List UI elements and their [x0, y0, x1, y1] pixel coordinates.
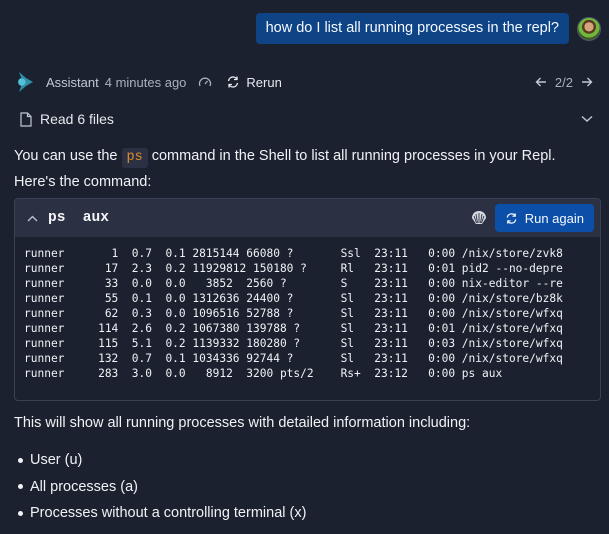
- bullet-icon: [18, 457, 23, 463]
- assistant-name: Assistant: [46, 74, 99, 90]
- output-line: runner 283 3.0 0.0 8912 3200 pts/2 Rs+ 2…: [24, 367, 503, 380]
- read-files-toggle[interactable]: Read 6 files: [20, 108, 593, 130]
- user-message-bubble: how do I list all running processes in t…: [255, 13, 569, 44]
- output-line: runner 62 0.3 0.0 1096516 52788 ? Sl 23:…: [24, 307, 563, 320]
- user-avatar[interactable]: [577, 16, 601, 41]
- timestamp: 4 minutes ago: [104, 74, 187, 90]
- list-item-text: All processes (a): [30, 478, 138, 495]
- pager-count: 2/2: [554, 74, 573, 90]
- shell-code-block: ps aux Run again runner 1 0.7 0.1 281514…: [14, 198, 601, 401]
- output-line: runner 55 0.1 0.0 1312636 24400 ? Sl 23:…: [24, 292, 563, 305]
- output-line: runner 1 0.7 0.1 2815144 66080 ? Ssl 23:…: [24, 247, 563, 260]
- summary-paragraph: This will show all running processes wit…: [14, 415, 471, 431]
- output-line: runner 115 5.1 0.2 1139332 180280 ? Sl 2…: [24, 337, 563, 350]
- shell-command: ps aux: [48, 210, 109, 226]
- code-block-header: ps aux Run again: [15, 199, 600, 237]
- inline-code: ps: [121, 148, 148, 168]
- list-item: User (u): [18, 447, 306, 474]
- chevron-down-icon[interactable]: [581, 110, 593, 128]
- rerun-label: Rerun: [246, 74, 282, 90]
- assistant-header: Assistant 4 minutes ago Rerun 2/2: [16, 70, 593, 94]
- output-line: runner 114 2.6 0.2 1067380 139788 ? Sl 2…: [24, 322, 563, 335]
- shell-output: runner 1 0.7 0.1 2815144 66080 ? Ssl 23:…: [15, 237, 600, 381]
- arrow-left-icon[interactable]: [535, 76, 547, 88]
- intro-text: You can use the: [14, 148, 122, 164]
- list-item: All processes (a): [18, 474, 306, 501]
- output-line: runner 17 2.3 0.2 11929812 150180 ? Rl 2…: [24, 262, 563, 275]
- user-message-row: how do I list all running processes in t…: [255, 13, 601, 44]
- arrow-right-icon[interactable]: [581, 76, 593, 88]
- assistant-logo-icon: [18, 72, 33, 92]
- list-item-text: User (u): [30, 452, 83, 469]
- read-files-label: Read 6 files: [40, 111, 114, 127]
- rerun-button[interactable]: Rerun: [226, 74, 282, 90]
- output-line: runner 33 0.0 0.0 3852 2560 ? S 23:11 0:…: [24, 277, 563, 290]
- list-item-text: Processes without a controlling terminal…: [30, 505, 307, 522]
- bullet-icon: [18, 484, 23, 490]
- file-icon: [20, 111, 32, 127]
- shell-icon: [471, 210, 487, 226]
- gauge-icon[interactable]: [198, 76, 212, 88]
- bullet-icon: [18, 510, 23, 516]
- chevron-up-icon[interactable]: [27, 211, 38, 225]
- run-again-label: Run again: [524, 210, 584, 226]
- response-pager: 2/2: [535, 75, 593, 90]
- options-list: User (u) All processes (a) Processes wit…: [18, 447, 306, 527]
- refresh-icon: [506, 212, 516, 224]
- list-item: Processes without a controlling terminal…: [18, 500, 306, 527]
- run-again-button[interactable]: Run again: [494, 204, 594, 232]
- output-line: runner 132 0.7 0.1 1034336 92744 ? Sl 23…: [24, 352, 563, 365]
- intro-paragraph: You can use the ps command in the Shell …: [14, 143, 593, 195]
- refresh-icon: [228, 76, 239, 88]
